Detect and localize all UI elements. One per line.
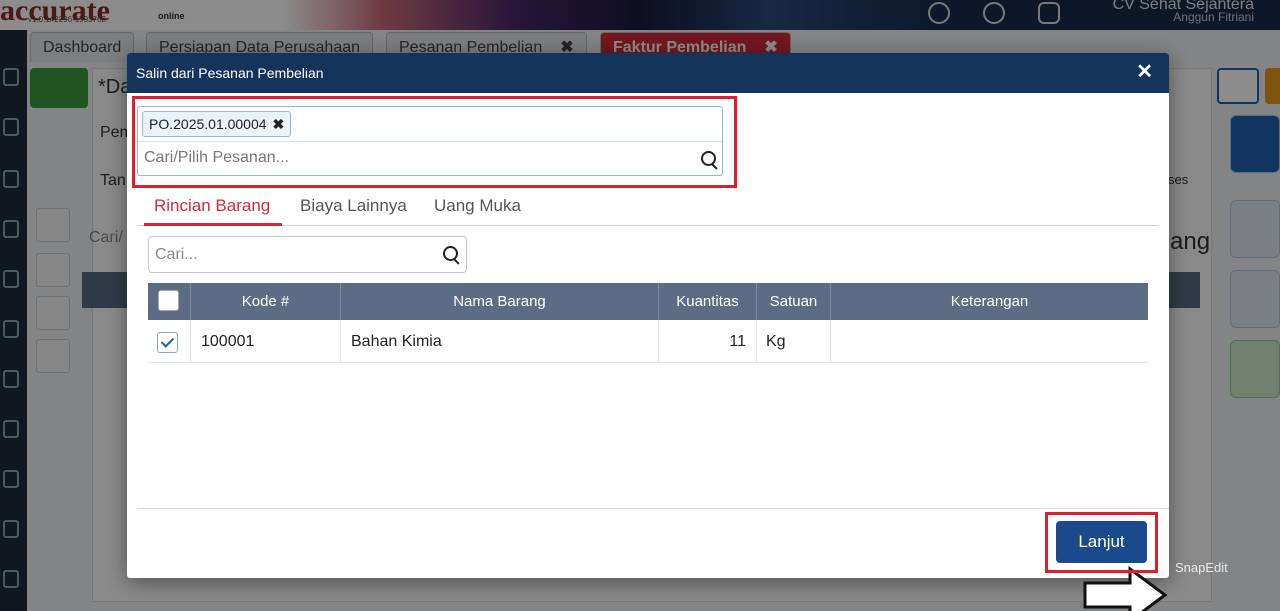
dialog-tabs: Rincian Barang Biaya Lainnya Uang Muka — [137, 190, 1159, 226]
col-kode[interactable]: Kode # — [191, 283, 341, 320]
selected-order-label: PO.2025.01.00004 — [149, 116, 267, 132]
cell-kode: 100001 — [191, 320, 341, 363]
cell-kuantitas: 11 — [659, 320, 757, 363]
item-search-input[interactable] — [155, 243, 425, 267]
select-all-checkbox[interactable] — [158, 290, 179, 311]
cell-nama-barang: Bahan Kimia — [341, 320, 659, 363]
dialog-title: Salin dari Pesanan Pembelian — [136, 65, 324, 81]
tab-biaya-lainnya[interactable]: Biaya Lainnya — [300, 196, 407, 216]
order-picker[interactable]: PO.2025.01.00004 ✖ — [137, 106, 723, 176]
cell-keterangan — [831, 320, 1148, 363]
col-nama-barang[interactable]: Nama Barang — [341, 283, 659, 320]
active-tab-indicator — [144, 223, 282, 226]
item-search-box — [148, 236, 467, 273]
picker-divider — [138, 141, 722, 142]
search-icon[interactable] — [443, 246, 461, 264]
tab-uang-muka[interactable]: Uang Muka — [434, 196, 521, 216]
highlight-box: Lanjut — [1045, 512, 1158, 573]
close-icon[interactable]: ✕ — [1136, 61, 1153, 83]
order-search-input[interactable] — [144, 144, 684, 172]
col-kuantitas[interactable]: Kuantitas — [659, 283, 757, 320]
watermark: SnapEdit — [1175, 560, 1228, 575]
continue-button[interactable]: Lanjut — [1056, 521, 1147, 563]
search-icon[interactable] — [701, 151, 719, 169]
cell-satuan: Kg — [757, 320, 831, 363]
col-satuan[interactable]: Satuan — [757, 283, 831, 320]
table-header: Kode # Nama Barang Kuantitas Satuan Kete… — [148, 283, 1148, 320]
copy-from-order-dialog: Salin dari Pesanan Pembelian ✕ PO.2025.0… — [127, 53, 1169, 611]
tab-rincian-barang[interactable]: Rincian Barang — [154, 196, 270, 216]
dialog-header: Salin dari Pesanan Pembelian ✕ — [127, 53, 1169, 93]
table-row[interactable]: 100001 Bahan Kimia 11 Kg — [148, 320, 1148, 363]
row-checkbox[interactable] — [157, 332, 178, 353]
dialog-footer-divider — [137, 508, 1169, 509]
remove-chip-icon[interactable]: ✖ — [273, 116, 285, 132]
row-select-cell — [148, 320, 191, 363]
col-keterangan[interactable]: Keterangan — [831, 283, 1148, 320]
selected-order-chip: PO.2025.01.00004 ✖ — [142, 111, 292, 137]
select-all-cell — [148, 283, 191, 320]
